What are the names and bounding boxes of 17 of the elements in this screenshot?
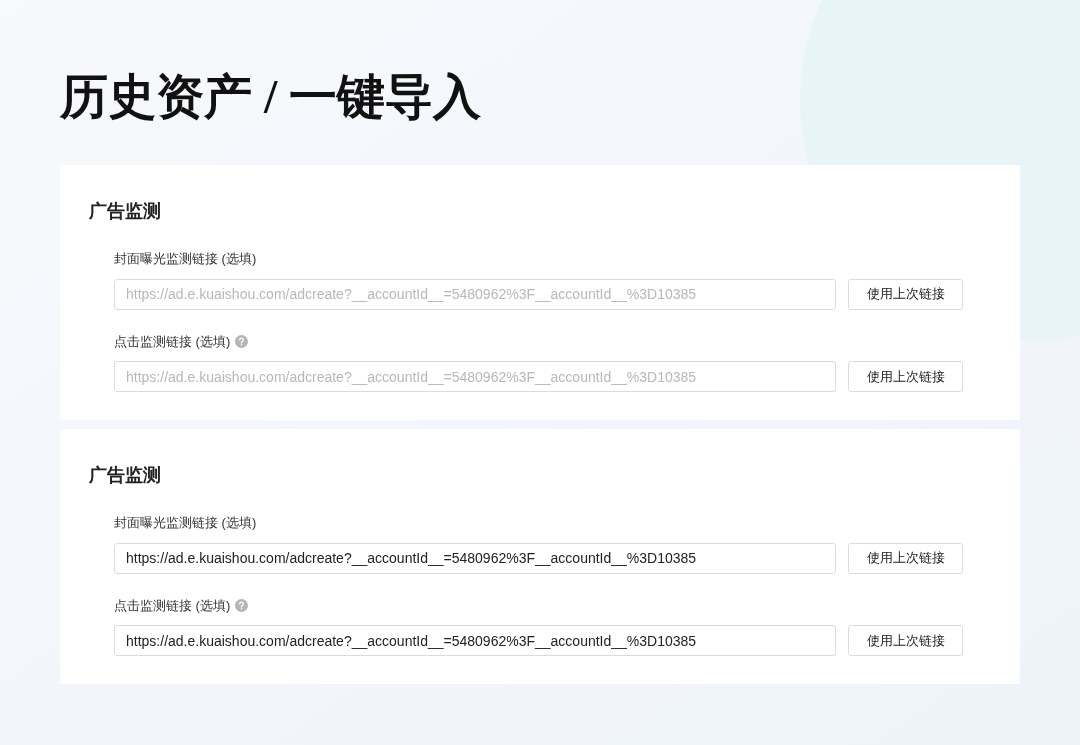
use-last-link-button[interactable]: 使用上次链接 — [848, 625, 963, 656]
section-heading: 广告监测 — [89, 200, 162, 223]
field-label: 封面曝光监测链接 (选填) — [114, 514, 257, 532]
url-field[interactable]: https://ad.e.kuaishou.com/adcreate?__accountId__=5480962%3F__accountId__%3D10385 — [114, 625, 836, 656]
field-label: 封面曝光监测链接 (选填) — [114, 250, 257, 268]
section-heading: 广告监测 — [89, 464, 162, 487]
url-field[interactable]: https://ad.e.kuaishou.com/adcreate?__accountId__=5480962%3F__accountId__%3D10385 — [114, 278, 836, 310]
url-field[interactable]: https://ad.e.kuaishou.com/adcreate?__accountId__=5480962%3F__accountId__%3D10385 — [114, 361, 836, 392]
page-title: 历史资产 / 一键导入 — [60, 69, 483, 125]
use-last-link-button[interactable]: 使用上次链接 — [848, 278, 963, 310]
use-last-link-button[interactable]: 使用上次链接 — [848, 361, 963, 392]
field-label: 点击监测链接 (选填) — [114, 332, 231, 351]
help-icon[interactable] — [235, 598, 249, 612]
help-icon[interactable] — [235, 334, 249, 348]
url-field[interactable]: https://ad.e.kuaishou.com/adcreate?__accountId__=5480962%3F__accountId__%3D10385 — [114, 542, 836, 574]
use-last-link-button[interactable]: 使用上次链接 — [848, 542, 963, 574]
field-label: 点击监测链接 (选填) — [114, 596, 231, 615]
